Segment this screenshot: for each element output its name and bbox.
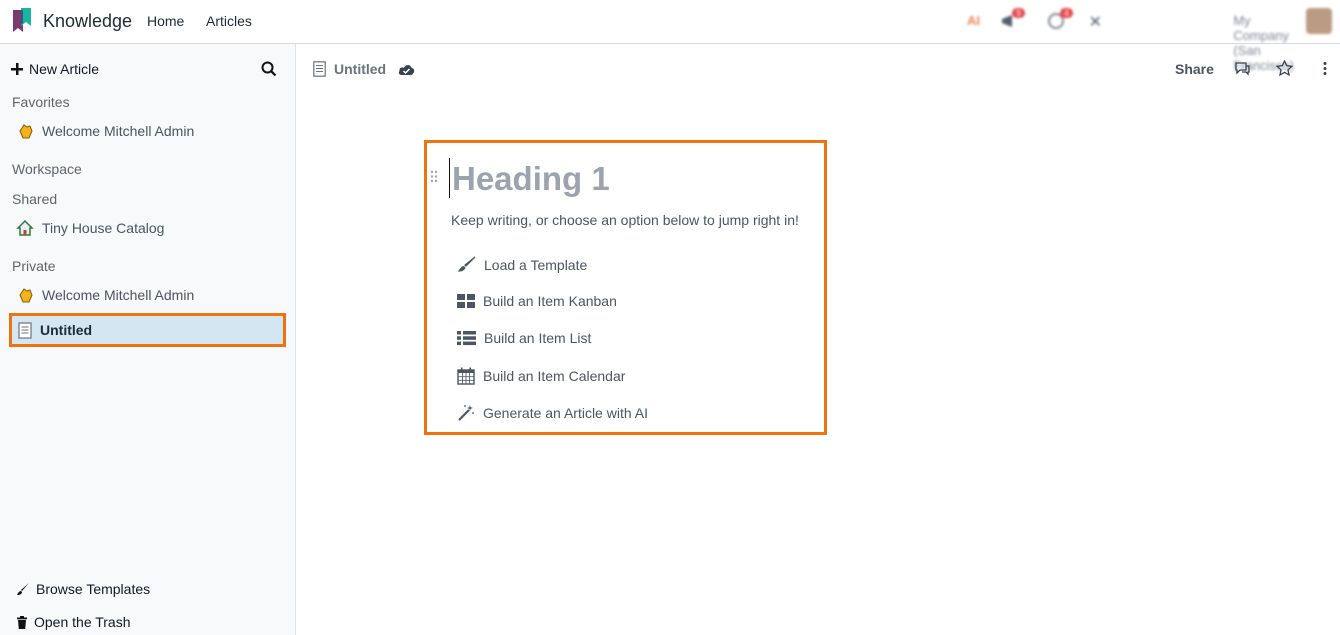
messages-badge: 9 xyxy=(1012,8,1026,18)
messages-button[interactable]: 9 xyxy=(1000,8,1026,33)
breadcrumb: Untitled xyxy=(313,61,415,77)
build-kanban-option[interactable]: Build an Item Kanban xyxy=(457,293,617,309)
sidebar: New Article Favorites Welcome Mitchell A… xyxy=(0,44,296,635)
search-icon[interactable] xyxy=(261,61,277,77)
house-icon xyxy=(16,219,34,236)
activities-badge: 4 xyxy=(1060,8,1074,18)
article-title[interactable]: Untitled xyxy=(334,61,386,77)
list-icon xyxy=(457,331,476,346)
kanban-icon xyxy=(457,294,475,308)
option-label: Build an Item List xyxy=(484,330,592,346)
section-private[interactable]: Private xyxy=(12,258,56,274)
sidebar-item-label: Untitled xyxy=(40,322,93,338)
browse-templates-button[interactable]: Browse Templates xyxy=(16,581,150,597)
more-options-icon[interactable] xyxy=(1322,61,1328,76)
share-button[interactable]: Share xyxy=(1175,61,1214,77)
sidebar-item-untitled[interactable]: Untitled xyxy=(9,313,286,347)
sidebar-item-label: Welcome Mitchell Admin xyxy=(42,123,195,139)
new-article-button[interactable]: New Article xyxy=(11,61,99,77)
paintbrush-icon xyxy=(458,256,476,272)
text-caret xyxy=(449,158,450,198)
paintbrush-icon xyxy=(17,583,29,595)
browse-templates-label: Browse Templates xyxy=(36,581,151,597)
plus-icon xyxy=(11,63,23,75)
option-label: Build an Item Calendar xyxy=(483,368,626,384)
section-shared[interactable]: Shared xyxy=(12,191,57,207)
open-trash-button[interactable]: Open the Trash xyxy=(16,614,131,630)
section-workspace[interactable]: Workspace xyxy=(12,161,82,177)
tools-icon[interactable]: ✕ xyxy=(1089,12,1102,32)
app-name[interactable]: Knowledge xyxy=(43,11,132,32)
section-favorites[interactable]: Favorites xyxy=(12,94,70,110)
open-trash-label: Open the Trash xyxy=(34,614,131,630)
generate-ai-article-option[interactable]: Generate an Article with AI xyxy=(457,404,648,422)
document-icon xyxy=(313,61,326,77)
option-label: Generate an Article with AI xyxy=(483,405,648,421)
sidebar-item-welcome-private[interactable]: Welcome Mitchell Admin xyxy=(16,286,194,304)
new-article-label: New Article xyxy=(29,61,100,77)
sidebar-item-label: Tiny House Catalog xyxy=(42,220,165,236)
waving-hand-icon xyxy=(19,124,33,139)
activities-button[interactable]: 4 xyxy=(1048,8,1074,33)
sidebar-item-welcome-favorite[interactable]: Welcome Mitchell Admin xyxy=(16,122,194,140)
sidebar-item-tiny-house[interactable]: Tiny House Catalog xyxy=(16,219,164,237)
editor-hint: Keep writing, or choose an option below … xyxy=(451,212,799,228)
option-label: Build an Item Kanban xyxy=(483,293,617,309)
document-icon xyxy=(18,321,32,339)
build-calendar-option[interactable]: Build an Item Calendar xyxy=(457,367,625,385)
cloud-saved-icon xyxy=(398,64,415,75)
menu-articles[interactable]: Articles xyxy=(206,13,252,29)
sidebar-item-label: Welcome Mitchell Admin xyxy=(42,287,195,303)
menu-home[interactable]: Home xyxy=(147,13,184,29)
load-template-option[interactable]: Load a Template xyxy=(457,256,587,273)
magic-wand-icon xyxy=(458,405,474,421)
trash-icon xyxy=(17,615,27,629)
knowledge-app-logo[interactable] xyxy=(12,8,32,34)
build-list-option[interactable]: Build an Item List xyxy=(457,330,591,346)
drag-handle-icon[interactable] xyxy=(430,170,438,183)
option-label: Load a Template xyxy=(484,256,588,273)
calendar-icon xyxy=(457,367,475,385)
heading-placeholder[interactable]: Heading 1 xyxy=(452,160,610,198)
ai-icon[interactable]: AI xyxy=(967,13,980,28)
user-avatar[interactable] xyxy=(1306,8,1332,34)
comments-icon[interactable] xyxy=(1234,61,1251,76)
top-navbar: Knowledge Home Articles AI 9 4 ✕ My Comp… xyxy=(0,0,1340,73)
favorite-star-icon[interactable] xyxy=(1276,60,1293,76)
waving-hand-icon xyxy=(19,288,33,303)
